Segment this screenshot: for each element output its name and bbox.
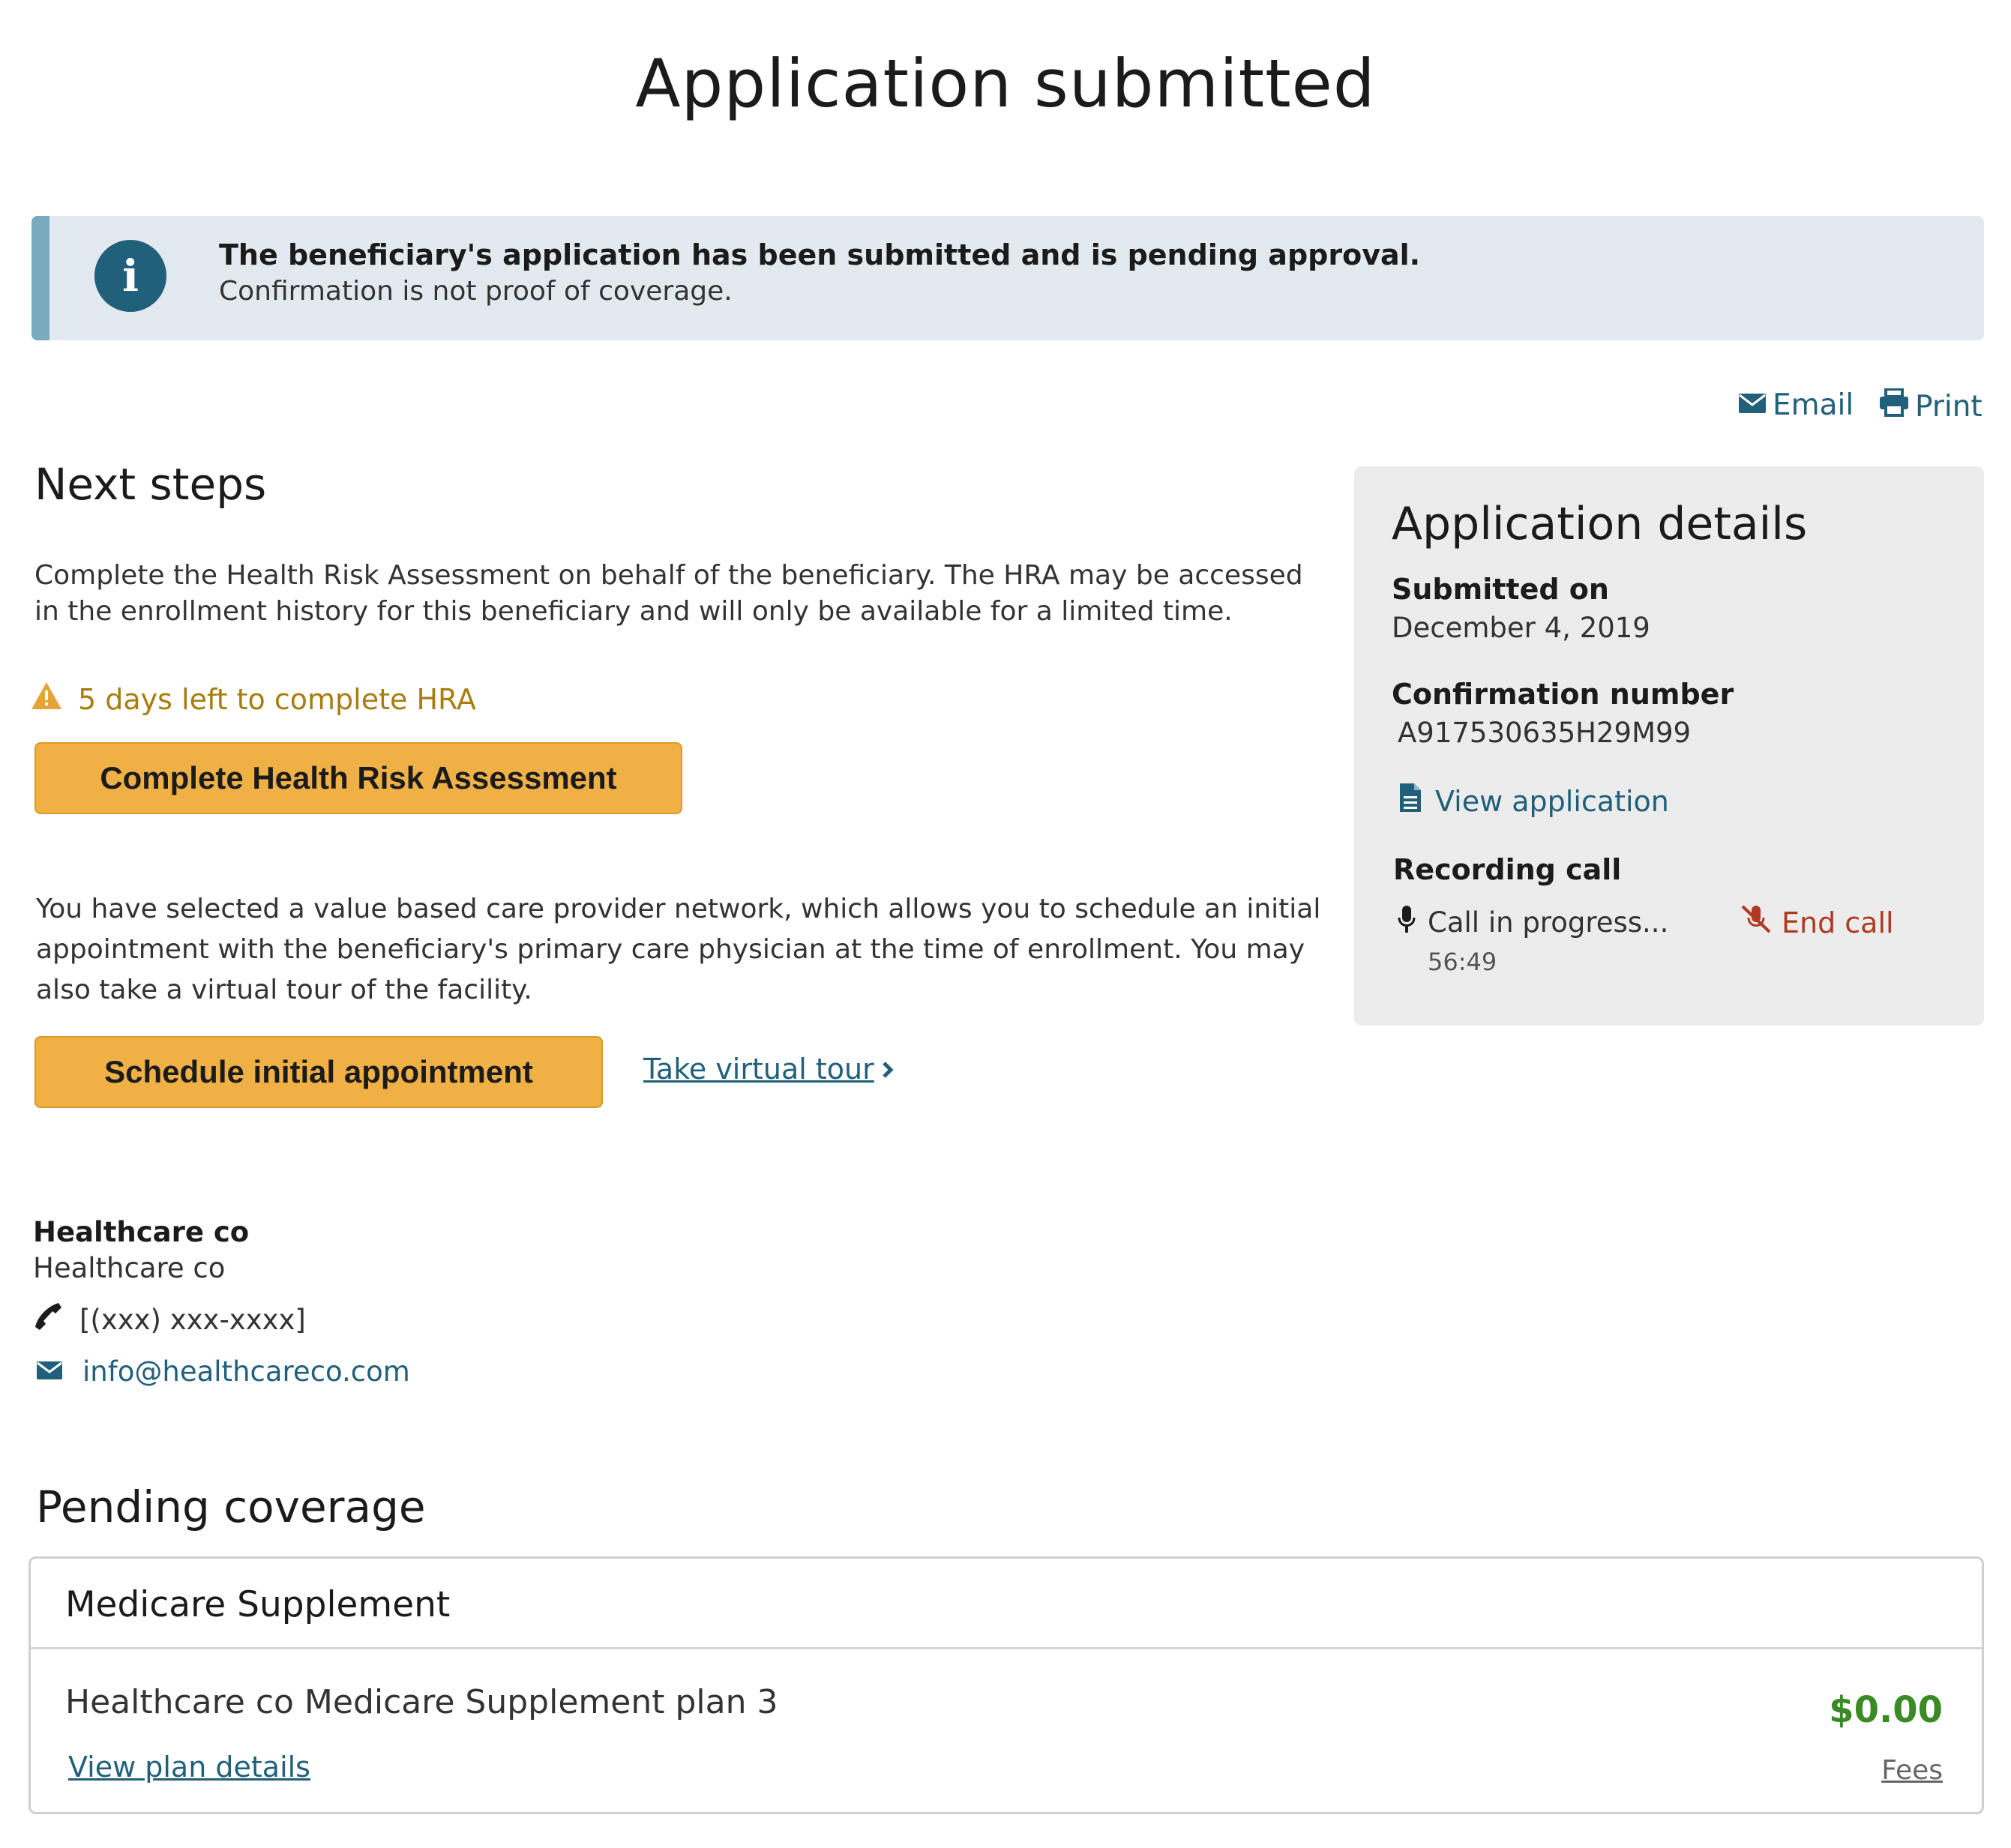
network-description: You have selected a value based care pro… — [36, 894, 1321, 1005]
mic-off-icon — [1740, 904, 1773, 941]
coverage-card: Medicare Supplement Healthcare co Medica… — [28, 1556, 1984, 1814]
warning-icon — [30, 681, 63, 717]
submitted-value: December 4, 2019 — [1392, 612, 1650, 644]
virtual-tour-link[interactable]: Take virtual tour — [643, 1053, 894, 1086]
microphone-icon — [1398, 904, 1416, 941]
provider-email-link[interactable]: info@healthcareco.com — [36, 1355, 410, 1388]
view-application-label: View application — [1435, 784, 1669, 818]
provider-name-heading: Healthcare co — [33, 1216, 250, 1248]
print-label: Print — [1915, 389, 1983, 424]
provider-name: Healthcare co — [33, 1252, 226, 1284]
complete-hra-button[interactable]: Complete Health Risk Assessment — [34, 742, 682, 814]
submitted-label: Submitted on — [1392, 573, 1609, 606]
page-title: Application submitted — [635, 45, 1376, 122]
details-heading: Application details — [1392, 498, 1808, 550]
phone-number: [(xxx) xxx-xxxx] — [79, 1304, 306, 1336]
hra-description: Complete the Health Risk Assessment on b… — [34, 560, 1303, 627]
coverage-card-title: Medicare Supplement — [65, 1584, 451, 1625]
info-alert: i The beneficiary's application has been… — [31, 216, 1984, 340]
alert-subtitle: Confirmation is not proof of coverage. — [219, 276, 733, 307]
info-icon: i — [94, 240, 166, 312]
email-label: Email — [1773, 388, 1854, 422]
end-call-button[interactable]: End call — [1740, 904, 1894, 941]
plan-name: Healthcare co Medicare Supplement plan 3 — [65, 1683, 778, 1721]
virtual-tour-label: Take virtual tour — [643, 1053, 874, 1086]
call-status-text: Call in progress... — [1428, 906, 1669, 939]
envelope-icon — [1738, 388, 1767, 422]
plan-price: $0.00 — [1829, 1689, 1943, 1731]
application-details-panel: Application details Submitted on Decembe… — [1354, 466, 1984, 1026]
alert-title: The beneficiary's application has been s… — [219, 238, 1421, 271]
call-status: Call in progress... — [1398, 904, 1668, 941]
coverage-divider — [31, 1647, 1982, 1649]
provider-phone: [(xxx) xxx-xxxx] — [33, 1301, 306, 1338]
schedule-appointment-button[interactable]: Schedule initial appointment — [34, 1036, 603, 1108]
view-application-link[interactable]: View application — [1399, 783, 1669, 819]
call-timer: 56:49 — [1428, 948, 1497, 976]
warning-text: 5 days left to complete HRA — [78, 682, 476, 716]
recording-call-label: Recording call — [1393, 853, 1622, 886]
document-icon — [1399, 783, 1422, 819]
next-steps-heading: Next steps — [34, 459, 267, 510]
provider-email: info@healthcareco.com — [82, 1355, 410, 1388]
email-button[interactable]: Email — [1738, 388, 1854, 422]
printer-icon — [1879, 388, 1909, 424]
envelope-icon — [36, 1355, 63, 1388]
fees-link[interactable]: Fees — [1881, 1755, 1943, 1786]
confirmation-value: A917530635H29M99 — [1398, 717, 1692, 749]
print-button[interactable]: Print — [1879, 388, 1983, 424]
phone-icon — [33, 1301, 63, 1338]
view-plan-details-link[interactable]: View plan details — [68, 1751, 310, 1784]
hra-deadline-warning: 5 days left to complete HRA — [30, 681, 476, 717]
end-call-label: End call — [1782, 906, 1894, 939]
chevron-right-icon — [882, 1053, 894, 1086]
pending-coverage-heading: Pending coverage — [36, 1481, 426, 1532]
confirmation-label: Confirmation number — [1392, 678, 1734, 711]
